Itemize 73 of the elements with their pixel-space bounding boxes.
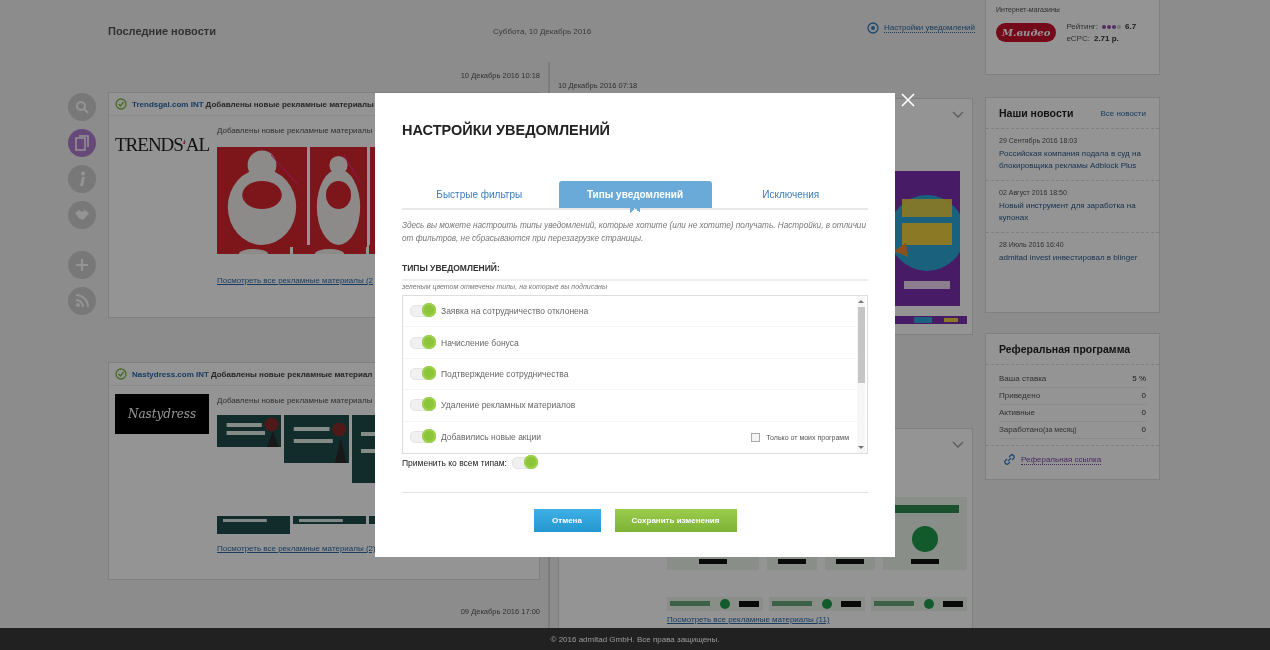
stat-value: 5 % (1132, 373, 1146, 385)
scrollbar[interactable] (857, 296, 865, 453)
rating-value: 6.7 (1124, 22, 1137, 31)
check-icon (115, 368, 127, 380)
tab[interactable]: Быстрые фильтры (402, 181, 557, 208)
type-label: Заявка на сотрудничество отклонена (441, 306, 589, 317)
stat-value: 0 (1141, 424, 1146, 436)
news-link[interactable]: admitad invest инвестировал в blinger (999, 252, 1146, 264)
date-label: Суббота, 10 Декабрь 2016 (493, 27, 592, 36)
copyright: © 2016 admitad GmbH. Все права защищены. (550, 634, 720, 644)
stat-label: Приведено (999, 390, 1041, 402)
card-title: Добавлены новые рекламные материал (210, 369, 373, 379)
settings-icon (867, 22, 879, 34)
search-icon (75, 100, 89, 114)
documents-icon (75, 135, 89, 151)
section-heading: ТИПЫ УВЕДОМЛЕНИЙ: (402, 263, 868, 281)
close-icon[interactable] (901, 93, 915, 107)
rail-button[interactable] (68, 129, 96, 157)
card-subtitle: Добавлены новые рекламные материалы (217, 396, 373, 405)
toggle-switch[interactable] (410, 399, 436, 412)
notification-settings-link[interactable]: Настройки уведомлений (867, 22, 975, 34)
rail-button[interactable] (68, 201, 96, 229)
merchant-link[interactable]: Trendsgal.com INT (132, 99, 204, 109)
apply-all-label: Применить ко всем типам: (402, 458, 507, 468)
rss-icon (75, 294, 89, 308)
link-text[interactable]: Настройки уведомлений (884, 23, 975, 33)
card-title: Реферальная программа (999, 343, 1131, 355)
toggle-switch[interactable] (410, 431, 436, 444)
tab[interactable]: Типы уведомлений (558, 181, 712, 213)
save-button[interactable]: Сохранить изменения (614, 509, 737, 532)
news-link[interactable]: Российская компания подала в суд на блокировщика рекламы Adblock Plus (999, 148, 1146, 172)
stat-label: Активные (999, 407, 1035, 419)
ecpc-value: 2.71 р. (1093, 34, 1119, 43)
info-icon (78, 171, 86, 187)
ecpc-label: eCPC: (1066, 34, 1090, 43)
plus-icon (75, 258, 89, 272)
section-title: Последние новости (108, 25, 216, 37)
stat-value: 0 (1141, 390, 1146, 402)
cancel-button[interactable]: Отмена (533, 509, 601, 532)
rail-button[interactable] (68, 287, 96, 315)
chevron-down-icon[interactable] (952, 111, 964, 118)
type-label: Удаление рекламных материалов (441, 400, 576, 411)
merchant-link[interactable]: Nastydress.com INT (132, 369, 209, 379)
stat-value: 0 (1141, 407, 1146, 419)
news-link[interactable]: Новый инструмент для заработка на купонах (999, 200, 1146, 224)
toggle-switch[interactable] (410, 367, 436, 380)
brand-logo: TRENDSAL (115, 133, 209, 156)
materials-link[interactable]: Посмотреть все рекламные материалы (11) (667, 615, 830, 624)
toggle-switch[interactable] (410, 305, 436, 318)
dialog-title: НАСТРОЙКИ УВЕДОМЛЕНИЙ (402, 122, 612, 138)
type-label: Подтверждение сотрудничества (441, 368, 569, 379)
rail-button[interactable] (68, 93, 96, 121)
type-label: Начисление бонуса (441, 337, 519, 348)
rail-button[interactable] (68, 251, 96, 279)
card-title: Наши новости (999, 107, 1074, 119)
rail-button[interactable] (68, 165, 96, 193)
type-label: Добавились новые акции (441, 432, 541, 443)
stat-label: Ваша ставка (999, 373, 1047, 385)
chevron-down-icon[interactable] (952, 441, 964, 448)
tab[interactable]: Исключения (713, 181, 868, 208)
all-news-link[interactable]: Все новости (1100, 108, 1146, 118)
card-title: Добавлены новые рекламные материалы (205, 99, 374, 109)
rating-label: Рейтинг: (1066, 22, 1098, 31)
link-icon (1004, 454, 1015, 465)
checkbox[interactable] (751, 432, 761, 442)
check-icon (115, 98, 127, 110)
toggle-switch[interactable] (410, 336, 436, 349)
card-subtitle: Добавлены новые рекламные материалы (217, 126, 373, 135)
referral-link[interactable]: Реферальная ссылка (1021, 454, 1102, 465)
description: Здесь вы можете настроить типы уведомлений, которые хотите (или не хотите) получать. Настройки, в отличии от фильтров, не сбрасываются при перезагрузке страницы. (402, 220, 867, 245)
brand-logo: М.видео (996, 23, 1057, 42)
brand-logo: Nastydress (115, 394, 209, 434)
toggle-switch[interactable] (511, 457, 538, 469)
